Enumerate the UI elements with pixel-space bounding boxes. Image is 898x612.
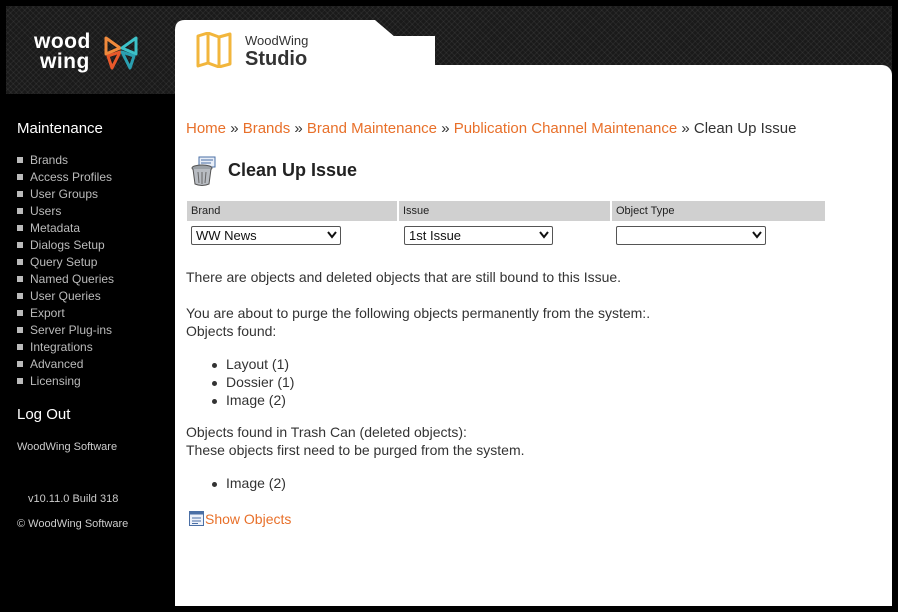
object-type-select[interactable] — [616, 226, 766, 245]
sidebar-item-users[interactable]: Users — [17, 203, 114, 220]
trash-objects-label: Objects found in Trash Can (deleted obje… — [186, 424, 467, 440]
bullet-square-icon — [17, 378, 23, 384]
trash-can-icon — [191, 156, 216, 186]
bullet-square-icon — [17, 259, 23, 265]
show-objects-link[interactable]: Show Objects — [189, 511, 291, 527]
butterfly-icon — [104, 36, 138, 70]
bullet-square-icon — [17, 174, 23, 180]
sidebar-item-label: Advanced — [30, 357, 84, 371]
studio-map-icon — [196, 32, 232, 68]
logo-wordmark: wood wing — [34, 30, 91, 73]
sidebar-item-label: Integrations — [30, 340, 93, 354]
sidebar-item-access-profiles[interactable]: Access Profiles — [17, 169, 114, 186]
sidebar-item-label: Users — [30, 204, 62, 218]
sidebar: Maintenance Brands Access Profiles User … — [6, 94, 175, 606]
product-name: Studio — [245, 48, 308, 70]
sidebar-item-advanced[interactable]: Advanced — [17, 356, 114, 373]
list-item: Dossier (1) — [212, 374, 294, 390]
object-count-label: Dossier (1) — [226, 374, 295, 390]
sidebar-item-label: Metadata — [30, 221, 81, 235]
bullet-square-icon — [17, 293, 23, 299]
bullet-square-icon — [17, 276, 23, 282]
sidebar-item-user-groups[interactable]: User Groups — [17, 186, 114, 203]
object-count-label: Layout (1) — [226, 356, 290, 372]
brand-column-header: Brand — [187, 201, 397, 221]
brand-select-value: WW News — [196, 228, 257, 243]
sidebar-item-label: Named Queries — [30, 272, 115, 286]
breadcrumb-brand-maintenance[interactable]: Brand Maintenance — [307, 120, 437, 137]
chevron-down-icon — [327, 231, 337, 239]
bound-objects-message: There are objects and deleted objects th… — [186, 269, 622, 285]
bullet-square-icon — [17, 191, 23, 197]
bullet-square-icon — [17, 242, 23, 248]
sidebar-item-label: Licensing — [30, 374, 81, 388]
sidebar-item-named-queries[interactable]: Named Queries — [17, 271, 114, 288]
object-count-label: Image (2) — [226, 392, 286, 408]
company-link[interactable]: WoodWing Software — [17, 441, 117, 453]
page-heading: Clean Up Issue — [190, 156, 357, 191]
version-label: v10.11.0 Build 318 — [28, 493, 119, 505]
trash-purge-note: These objects first need to be purged fr… — [186, 442, 525, 458]
bullet-square-icon — [17, 361, 23, 367]
list-item: Layout (1) — [212, 356, 289, 372]
list-item: Image (2) — [212, 475, 286, 491]
objects-found-label: Objects found: — [186, 323, 277, 339]
brand-select[interactable]: WW News — [191, 226, 341, 245]
purge-warning-message: You are about to purge the following obj… — [186, 305, 651, 321]
sidebar-menu: Brands Access Profiles User Groups Users… — [17, 152, 114, 390]
sidebar-item-licensing[interactable]: Licensing — [17, 373, 114, 390]
list-item: Image (2) — [212, 392, 286, 408]
sidebar-item-user-queries[interactable]: User Queries — [17, 288, 114, 305]
breadcrumb-brands[interactable]: Brands — [243, 120, 291, 137]
sidebar-item-server-plugins[interactable]: Server Plug-ins — [17, 322, 114, 339]
breadcrumb-separator: » — [230, 120, 239, 137]
studio-product-name: WoodWing Studio — [245, 33, 309, 71]
sidebar-item-export[interactable]: Export — [17, 305, 114, 322]
logo-line1: wood — [34, 30, 91, 53]
breadcrumb: Home » Brands » Brand Maintenance » Publ… — [186, 120, 796, 137]
sidebar-item-label: Server Plug-ins — [30, 323, 113, 337]
sidebar-item-metadata[interactable]: Metadata — [17, 220, 114, 237]
sidebar-item-label: User Groups — [30, 187, 99, 201]
bullet-square-icon — [17, 327, 23, 333]
breadcrumb-home[interactable]: Home — [186, 120, 226, 137]
sidebar-item-label: User Queries — [30, 289, 101, 303]
bullet-square-icon — [17, 310, 23, 316]
bullet-square-icon — [17, 157, 23, 163]
product-company: WoodWing — [245, 33, 309, 48]
copyright-text: © WoodWing Software — [17, 518, 129, 530]
woodwing-logo[interactable]: wood wing — [34, 30, 144, 78]
breadcrumb-separator: » — [681, 120, 690, 137]
sidebar-title[interactable]: Maintenance — [17, 120, 103, 137]
issue-select-value: 1st Issue — [409, 228, 462, 243]
breadcrumb-separator: » — [294, 120, 303, 137]
breadcrumb-channel-maintenance[interactable]: Publication Channel Maintenance — [454, 120, 677, 137]
chevron-down-icon — [539, 231, 549, 239]
list-window-icon — [189, 511, 204, 526]
issue-column-header: Issue — [399, 201, 610, 221]
logout-link[interactable]: Log Out — [17, 406, 70, 423]
sidebar-item-dialogs-setup[interactable]: Dialogs Setup — [17, 237, 114, 254]
bullet-square-icon — [17, 225, 23, 231]
bullet-square-icon — [17, 208, 23, 214]
object-type-column-header: Object Type — [612, 201, 825, 221]
page-title: Clean Up Issue — [228, 160, 358, 180]
logo-line2: wing — [40, 50, 90, 73]
trash-object-count-label: Image (2) — [226, 475, 286, 491]
sidebar-item-label: Brands — [30, 153, 69, 167]
sidebar-item-label: Dialogs Setup — [30, 238, 105, 252]
sidebar-item-integrations[interactable]: Integrations — [17, 339, 114, 356]
sidebar-item-brands[interactable]: Brands — [17, 152, 114, 169]
sidebar-item-label: Export — [30, 306, 65, 320]
show-objects-label: Show Objects — [205, 511, 292, 527]
sidebar-item-label: Query Setup — [30, 255, 98, 269]
sidebar-item-query-setup[interactable]: Query Setup — [17, 254, 114, 271]
breadcrumb-separator: » — [441, 120, 450, 137]
bullet-square-icon — [17, 344, 23, 350]
issue-select[interactable]: 1st Issue — [404, 226, 553, 245]
chevron-down-icon — [752, 231, 762, 239]
sidebar-item-label: Access Profiles — [30, 170, 113, 184]
breadcrumb-current: Clean Up Issue — [693, 120, 797, 137]
